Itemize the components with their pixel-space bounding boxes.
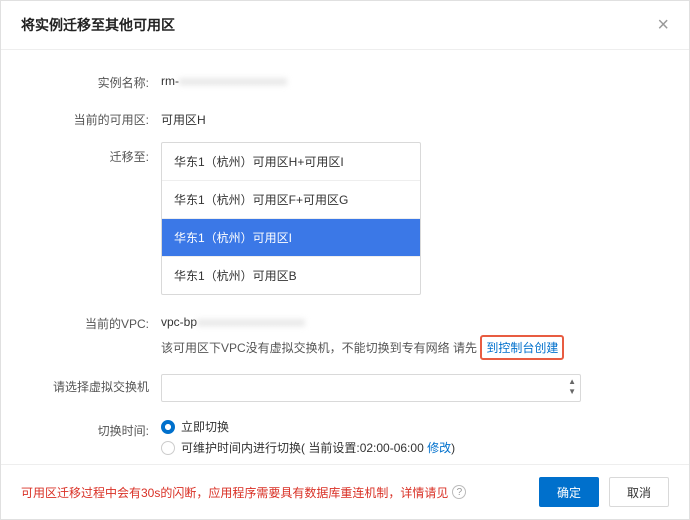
radio-row-maintenance[interactable]: 可维护时间内进行切换 ( 当前设置: 02:00-06:00 修改 ) — [161, 439, 659, 456]
maint-setting-suffix: ) — [451, 441, 455, 455]
row-vswitch: 请选择虚拟交换机 ▲▼ — [31, 374, 659, 402]
migrate-option[interactable]: 华东1（杭州）可用区H+可用区I — [162, 143, 420, 181]
label-switch-time: 切换时间: — [31, 418, 161, 439]
maint-setting-value: 02:00-06:00 — [360, 441, 424, 455]
row-current-vpc: 当前的VPC: vpc-bpxxxxxxxxxxxxxxxxxx 该可用区下VP… — [31, 311, 659, 360]
link-create-vswitch-console[interactable]: 到控制台创建 — [480, 335, 564, 360]
select-stepper-icon: ▲▼ — [568, 377, 576, 397]
radio-now-label: 立即切换 — [181, 418, 229, 435]
label-vswitch: 请选择虚拟交换机 — [31, 374, 161, 395]
link-modify-maint-window[interactable]: 修改 — [427, 439, 451, 456]
footer-warning: 可用区迁移过程中会有30s的闪断，应用程序需要具有数据库重连机制，详情请见 ? — [21, 484, 466, 501]
instance-prefix: rm- — [161, 74, 179, 88]
switch-time-content: 立即切换 可维护时间内进行切换 ( 当前设置: 02:00-06:00 修改 ) — [161, 418, 659, 460]
row-switch-time: 切换时间: 立即切换 可维护时间内进行切换 ( 当前设置: 02:00-06:0… — [31, 418, 659, 460]
vswitch-select[interactable]: ▲▼ — [161, 374, 581, 402]
radio-row-now[interactable]: 立即切换 — [161, 418, 659, 435]
vpc-masked: xxxxxxxxxxxxxxxxxx — [197, 315, 305, 329]
cancel-button[interactable]: 取消 — [609, 477, 669, 507]
dialog-body: 实例名称: rm-xxxxxxxxxxxxxxxxxx 当前的可用区: 可用区H… — [1, 50, 689, 464]
row-migrate-to: 迁移至: 华东1（杭州）可用区H+可用区I华东1（杭州）可用区F+可用区G华东1… — [31, 144, 659, 295]
vpc-hint: 该可用区下VPC没有虚拟交换机，不能切换到专有网络 请先 到控制台创建 — [161, 335, 659, 360]
migrate-zone-dialog: 将实例迁移至其他可用区 × 实例名称: rm-xxxxxxxxxxxxxxxxx… — [0, 0, 690, 520]
label-migrate-to: 迁移至: — [31, 144, 161, 165]
dialog-title: 将实例迁移至其他可用区 — [21, 15, 175, 35]
migrate-option[interactable]: 华东1（杭州）可用区B — [162, 257, 420, 294]
migrate-to-listbox[interactable]: 华东1（杭州）可用区H+可用区I华东1（杭州）可用区F+可用区G华东1（杭州）可… — [161, 142, 421, 295]
label-current-zone: 当前的可用区: — [31, 107, 161, 128]
value-current-vpc: vpc-bpxxxxxxxxxxxxxxxxxx 该可用区下VPC没有虚拟交换机… — [161, 311, 659, 360]
label-instance-name: 实例名称: — [31, 70, 161, 91]
row-current-zone: 当前的可用区: 可用区H — [31, 107, 659, 128]
migrate-to-content: 华东1（杭州）可用区H+可用区I华东1（杭州）可用区F+可用区G华东1（杭州）可… — [161, 144, 659, 295]
migrate-option[interactable]: 华东1（杭州）可用区I — [162, 219, 420, 257]
value-current-zone: 可用区H — [161, 107, 659, 128]
close-icon[interactable]: × — [657, 15, 669, 35]
value-instance-name: rm-xxxxxxxxxxxxxxxxxx — [161, 70, 659, 88]
migrate-option[interactable]: 华东1（杭州）可用区F+可用区G — [162, 181, 420, 219]
radio-maint-label: 可维护时间内进行切换 — [181, 439, 301, 456]
vswitch-content: ▲▼ — [161, 374, 659, 402]
maint-setting-prefix: ( 当前设置: — [301, 439, 360, 456]
footer-warning-text: 可用区迁移过程中会有30s的闪断，应用程序需要具有数据库重连机制，详情请见 — [21, 484, 448, 501]
help-icon[interactable]: ? — [452, 485, 466, 499]
dialog-footer: 可用区迁移过程中会有30s的闪断，应用程序需要具有数据库重连机制，详情请见 ? … — [1, 464, 689, 519]
row-instance-name: 实例名称: rm-xxxxxxxxxxxxxxxxxx — [31, 70, 659, 91]
radio-maint-icon — [161, 441, 175, 455]
dialog-header: 将实例迁移至其他可用区 × — [1, 1, 689, 50]
label-current-vpc: 当前的VPC: — [31, 311, 161, 332]
vpc-prefix: vpc-bp — [161, 315, 197, 329]
vpc-hint-text: 该可用区下VPC没有虚拟交换机，不能切换到专有网络 请先 — [161, 341, 477, 355]
radio-now-icon — [161, 420, 175, 434]
instance-masked: xxxxxxxxxxxxxxxxxx — [179, 74, 287, 88]
confirm-button[interactable]: 确定 — [539, 477, 599, 507]
footer-buttons: 确定 取消 — [539, 477, 669, 507]
